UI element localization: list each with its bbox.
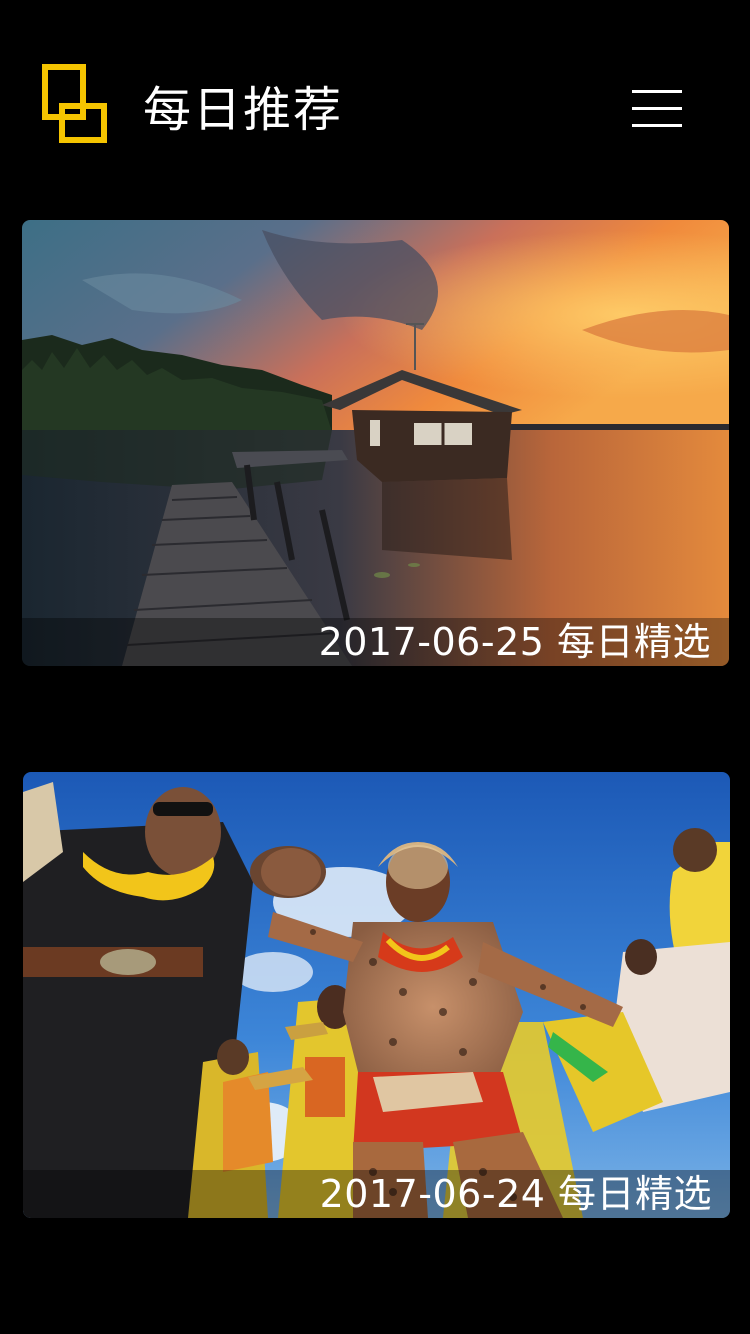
festival-photo <box>23 772 730 1218</box>
recommendation-card[interactable]: 2017-06-25 每日精选 <box>22 220 729 666</box>
app-header: 每日推荐 <box>0 0 750 200</box>
recommendation-card[interactable]: 2017-06-24 每日精选 <box>23 772 730 1218</box>
logo-icon <box>42 64 107 143</box>
page-title: 每日推荐 <box>143 82 344 138</box>
hamburger-menu-icon[interactable] <box>626 82 688 134</box>
card-caption: 2017-06-25 每日精选 <box>318 620 711 664</box>
card-caption: 2017-06-24 每日精选 <box>319 1172 712 1216</box>
lake-sunset-photo <box>22 220 729 666</box>
